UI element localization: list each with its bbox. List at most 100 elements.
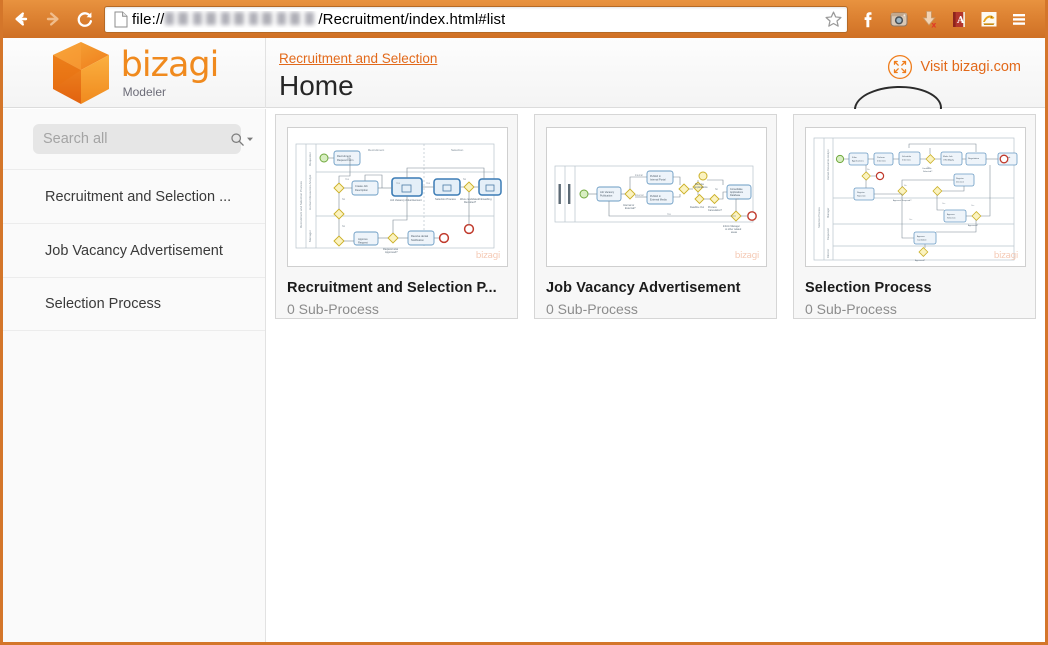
navigation-buttons — [3, 4, 100, 34]
svg-text:Create Job: Create Job — [355, 184, 368, 188]
svg-text:Interview: Interview — [877, 159, 886, 162]
reload-button[interactable] — [70, 4, 100, 34]
menu-icon[interactable] — [1004, 4, 1034, 34]
svg-text:Requester: Requester — [308, 152, 312, 166]
svg-text:Selection Process: Selection Process — [817, 207, 821, 228]
svg-text:Recruited?: Recruited? — [464, 201, 477, 204]
extension-icons: x A — [854, 4, 1034, 34]
svg-text:Selected?: Selected? — [923, 170, 933, 173]
process-thumbnail: Recruitment Selection Requester Human Re… — [287, 127, 508, 267]
process-card[interactable]: Job Vacancy Publication Internal or Exte… — [534, 114, 777, 319]
forward-arrow-icon — [46, 12, 59, 26]
search-input[interactable] — [43, 131, 230, 147]
svg-text:Filter: Filter — [852, 156, 857, 159]
svg-text:Recruitment: Recruitment — [368, 148, 384, 152]
svg-text:Receive denial: Receive denial — [411, 234, 428, 238]
svg-text:Request Form: Request Form — [337, 158, 353, 162]
sidebar-item-job-vacancy-advertisement[interactable]: Job Vacancy Advertisement — [3, 223, 265, 277]
svg-text:Human Resources Analyst: Human Resources Analyst — [826, 149, 830, 180]
sidebar-item-label: Selection Process — [45, 296, 162, 312]
svg-text:No: No — [904, 185, 907, 187]
search-icon[interactable] — [230, 132, 254, 147]
app-header: bizagi Modeler Recruitment and Selection… — [3, 38, 1045, 133]
url-redacted-segment — [165, 11, 318, 25]
svg-text:No: No — [715, 189, 719, 191]
svg-text:Approved?: Approved? — [968, 224, 979, 227]
search-box[interactable] — [33, 124, 253, 154]
visit-bizagi-label: Visit bizagi.com — [920, 59, 1021, 75]
bpmn-diagram-pool-3-lane: Recruitment Selection Requester Human Re… — [295, 143, 502, 254]
visit-bizagi-button[interactable]: Visit bizagi.com — [887, 54, 1021, 80]
svg-text:Cancelation?: Cancelation? — [708, 209, 723, 212]
sidebar-item-label: Job Vacancy Advertisement — [45, 242, 223, 259]
svg-text:A: A — [956, 15, 965, 26]
main-content: Recruitment Selection Requester Human Re… — [267, 109, 1045, 642]
svg-text:Yes: Yes — [345, 178, 350, 181]
svg-text:Publication: Publication — [600, 195, 613, 198]
bizagi-watermark: bizagi — [475, 251, 501, 261]
svg-text:Decision: Decision — [956, 181, 965, 183]
svg-text:Yes: Yes — [927, 167, 930, 169]
svg-text:Applications: Applications — [852, 159, 865, 162]
back-button[interactable] — [6, 4, 36, 34]
download-icon[interactable]: x — [914, 4, 944, 34]
svg-text:Perform: Perform — [877, 156, 885, 159]
svg-text:Publish in: Publish in — [650, 195, 661, 198]
svg-text:areas: areas — [731, 231, 738, 234]
bizagi-watermark: bizagi — [734, 251, 760, 261]
bizagi-cube-icon — [52, 42, 109, 104]
back-arrow-icon — [15, 12, 28, 26]
facebook-icon[interactable] — [854, 4, 884, 34]
process-card-subtitle: 0 Sub-Process — [546, 301, 638, 317]
sidebar-item-label: Recruitment and Selection ... — [45, 188, 232, 205]
svg-text:Register: Register — [857, 191, 865, 194]
bookmark-star-button[interactable] — [822, 9, 844, 31]
process-card-subtitle: 0 Sub-Process — [805, 301, 897, 317]
svg-text:Manager: Manager — [826, 208, 830, 218]
sidebar-item-recruitment-and-selection[interactable]: Recruitment and Selection ... — [3, 169, 265, 223]
svg-text:Notification: Notification — [411, 238, 424, 242]
svg-text:Recruitment: Recruitment — [337, 154, 351, 158]
address-bar[interactable]: file:// /Recruitment/index.html#list — [104, 5, 848, 33]
browser-toolbar: file:///Recruitment/index.html#list x A — [3, 0, 1045, 38]
forward-button[interactable] — [38, 4, 68, 34]
svg-text:No: No — [463, 178, 467, 181]
svg-text:Requester: Requester — [826, 228, 830, 240]
svg-text:External?: External? — [625, 207, 636, 210]
svg-text:Internal Portal: Internal Portal — [650, 179, 666, 182]
svg-text:External: External — [635, 194, 644, 197]
svg-text:Interview: Interview — [902, 158, 911, 161]
frog-icon[interactable] — [974, 4, 1004, 34]
reload-icon — [77, 12, 93, 27]
address-bar-text: file:// /Recruitment/index.html#list — [132, 11, 505, 28]
svg-text:Approve: Approve — [358, 237, 368, 241]
svg-text:Manager: Manager — [308, 230, 312, 242]
dictionary-icon[interactable]: A — [944, 4, 974, 34]
svg-text:Approved?: Approved? — [915, 259, 926, 262]
breadcrumb-link[interactable]: Recruitment and Selection — [279, 51, 437, 66]
instagram-icon[interactable] — [884, 4, 914, 34]
svg-text:Candidate: Candidate — [917, 238, 927, 241]
svg-text:Internal: Internal — [635, 174, 643, 177]
process-card[interactable]: Recruitment Selection Requester Human Re… — [275, 114, 518, 319]
bpmn-diagram-single-lane: Job Vacancy Publication Internal or Exte… — [554, 165, 757, 234]
process-card[interactable]: Human Resources Analyst Manager Requeste… — [793, 114, 1036, 319]
svg-text:Approve: Approve — [947, 213, 956, 216]
logo-subtitle: Modeler — [122, 85, 166, 99]
svg-text:Register: Register — [956, 177, 964, 180]
process-card-subtitle: 0 Sub-Process — [287, 301, 379, 317]
svg-text:Selection: Selection — [947, 216, 956, 219]
svg-text:Description: Description — [355, 188, 369, 192]
svg-text:x: x — [931, 20, 937, 29]
svg-text:Human Resources Analyst: Human Resources Analyst — [308, 174, 312, 210]
svg-text:Request: Request — [358, 241, 368, 245]
app-logo[interactable]: bizagi Modeler — [3, 38, 266, 108]
sidebar-item-selection-process[interactable]: Selection Process — [3, 277, 265, 331]
page-document-icon — [110, 11, 132, 28]
process-card-grid: Recruitment Selection Requester Human Re… — [267, 109, 1045, 319]
svg-text:No: No — [342, 198, 346, 201]
url-prefix: file:// — [132, 10, 165, 28]
svg-text:Applications: Applications — [694, 186, 708, 189]
svg-text:Selection: Selection — [451, 148, 464, 152]
process-thumbnail: Human Resources Analyst Manager Requeste… — [805, 127, 1026, 267]
